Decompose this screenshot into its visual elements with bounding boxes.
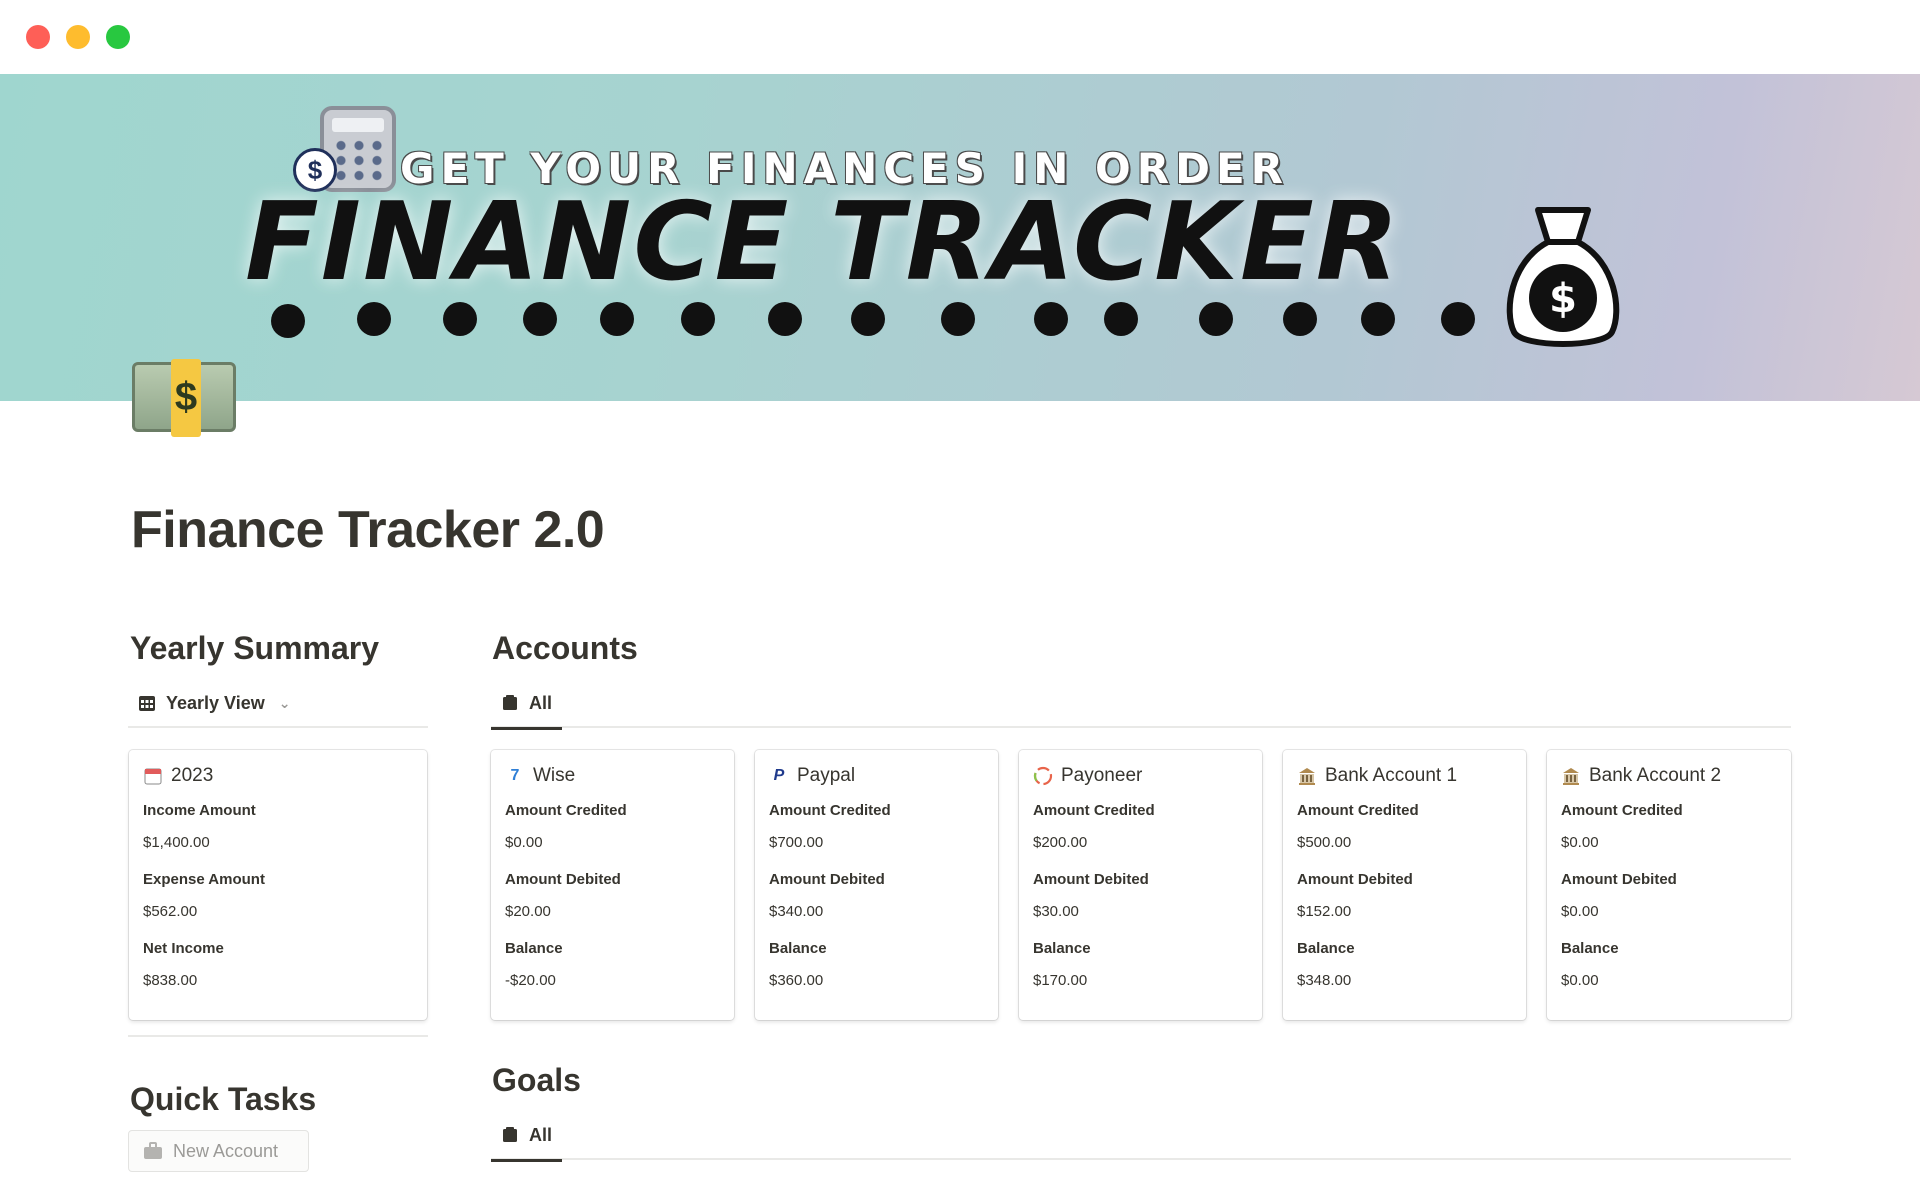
- tab-all-accounts[interactable]: All: [491, 678, 563, 730]
- amount-debited-value: $152.00: [1297, 903, 1352, 920]
- income-amount-value: $1,400.00: [143, 834, 210, 851]
- payoneer-icon: [1033, 766, 1053, 786]
- account-card-paypal[interactable]: P Paypal Amount Credited $700.00 Amount …: [755, 750, 998, 1020]
- quick-tasks-heading: Quick Tasks: [130, 1081, 317, 1117]
- tab-yearly-view[interactable]: Yearly View ⌄: [128, 678, 300, 728]
- amount-credited-value: $0.00: [1561, 834, 1599, 851]
- amount-credited-label: Amount Credited: [1033, 802, 1155, 819]
- amount-credited-value: $200.00: [1033, 834, 1088, 851]
- balance-label: Balance: [769, 940, 827, 957]
- balance-value: $348.00: [1297, 972, 1352, 989]
- account-card-wise[interactable]: 7 Wise Amount Credited $0.00 Amount Debi…: [491, 750, 734, 1020]
- paypal-icon: P: [773, 767, 785, 784]
- account-name: Wise: [533, 765, 576, 786]
- account-name: Paypal: [797, 765, 856, 786]
- yearly-summary-heading: Yearly Summary: [130, 630, 380, 666]
- amount-credited-value: $0.00: [505, 834, 543, 851]
- window-titlebar: [0, 0, 1920, 74]
- calendar-grid-icon: [139, 696, 155, 711]
- account-name: Bank Account 1: [1325, 765, 1458, 786]
- section-divider: [128, 1035, 428, 1037]
- amount-debited-label: Amount Debited: [769, 871, 885, 888]
- balance-value: -$20.00: [505, 972, 556, 989]
- database-icon: [503, 695, 517, 710]
- page-title: Finance Tracker 2.0: [131, 501, 605, 559]
- balance-value: $170.00: [1033, 972, 1088, 989]
- amount-credited-label: Amount Credited: [1561, 802, 1683, 819]
- expense-amount-label: Expense Amount: [143, 871, 265, 888]
- tab-all-label: All: [529, 692, 553, 713]
- amount-credited-label: Amount Credited: [769, 802, 891, 819]
- amount-debited-label: Amount Debited: [505, 871, 621, 888]
- briefcase-icon: [144, 1142, 162, 1159]
- dollar-banknote-icon[interactable]: $: [132, 359, 236, 437]
- net-income-label: Net Income: [143, 940, 224, 957]
- accounts-tabbar: All: [491, 678, 1791, 730]
- yearly-card-2023[interactable]: 2023 Income Amount $1,400.00 Expense Amo…: [129, 750, 427, 1020]
- amount-credited-value: $500.00: [1297, 834, 1352, 851]
- expense-amount-value: $562.00: [143, 903, 198, 920]
- balance-label: Balance: [505, 940, 563, 957]
- account-card-bank-1[interactable]: Bank Account 1 Amount Credited $500.00 A…: [1283, 750, 1526, 1020]
- account-name: Payoneer: [1061, 765, 1143, 786]
- balance-label: Balance: [1561, 940, 1619, 957]
- new-account-label: New Account: [173, 1140, 279, 1161]
- close-window-button[interactable]: [26, 25, 50, 49]
- amount-debited-value: $30.00: [1033, 903, 1079, 920]
- balance-label: Balance: [1297, 940, 1355, 957]
- amount-debited-label: Amount Debited: [1297, 871, 1413, 888]
- zoom-window-button[interactable]: [106, 25, 130, 49]
- minimize-window-button[interactable]: [66, 25, 90, 49]
- amount-debited-value: $340.00: [769, 903, 824, 920]
- tab-all-goals[interactable]: All: [491, 1110, 563, 1162]
- amount-credited-label: Amount Credited: [505, 802, 627, 819]
- income-amount-label: Income Amount: [143, 802, 256, 819]
- goals-heading: Goals: [492, 1062, 581, 1098]
- amount-debited-value: $0.00: [1561, 903, 1599, 920]
- money-bag-icon: $: [1506, 207, 1620, 347]
- calendar-icon: [143, 766, 163, 786]
- amount-credited-label: Amount Credited: [1297, 802, 1419, 819]
- tab-all-label: All: [529, 1124, 553, 1145]
- yearly-card-title: 2023: [171, 765, 214, 786]
- account-card-payoneer[interactable]: Payoneer Amount Credited $200.00 Amount …: [1019, 750, 1262, 1020]
- account-name: Bank Account 2: [1589, 765, 1722, 786]
- accounts-heading: Accounts: [492, 630, 638, 666]
- new-account-button[interactable]: New Account: [128, 1130, 309, 1172]
- page-cover[interactable]: $ GET YOUR FINANCES IN ORDER FINANCE TRA…: [0, 74, 1920, 401]
- balance-label: Balance: [1033, 940, 1091, 957]
- bank-icon: [1561, 766, 1581, 786]
- account-card-bank-2[interactable]: Bank Account 2 Amount Credited $0.00 Amo…: [1547, 750, 1791, 1020]
- wise-icon: 7: [510, 767, 520, 784]
- chevron-down-icon[interactable]: ⌄: [279, 695, 291, 712]
- balance-value: $0.00: [1561, 972, 1599, 989]
- net-income-value: $838.00: [143, 972, 198, 989]
- amount-debited-value: $20.00: [505, 903, 551, 920]
- yearly-view-tabbar: Yearly View ⌄: [128, 678, 428, 728]
- bank-icon: [1297, 766, 1317, 786]
- cover-dots-decoration: [271, 302, 1475, 338]
- cover-title: FINANCE TRACKER: [245, 180, 1401, 305]
- balance-value: $360.00: [769, 972, 824, 989]
- amount-debited-label: Amount Debited: [1033, 871, 1149, 888]
- goals-tabbar: All: [491, 1110, 1791, 1162]
- amount-debited-label: Amount Debited: [1561, 871, 1677, 888]
- database-icon: [503, 1127, 517, 1142]
- svg-text:$: $: [1549, 276, 1577, 322]
- amount-credited-value: $700.00: [769, 834, 824, 851]
- tab-yearly-view-label: Yearly View: [166, 692, 265, 713]
